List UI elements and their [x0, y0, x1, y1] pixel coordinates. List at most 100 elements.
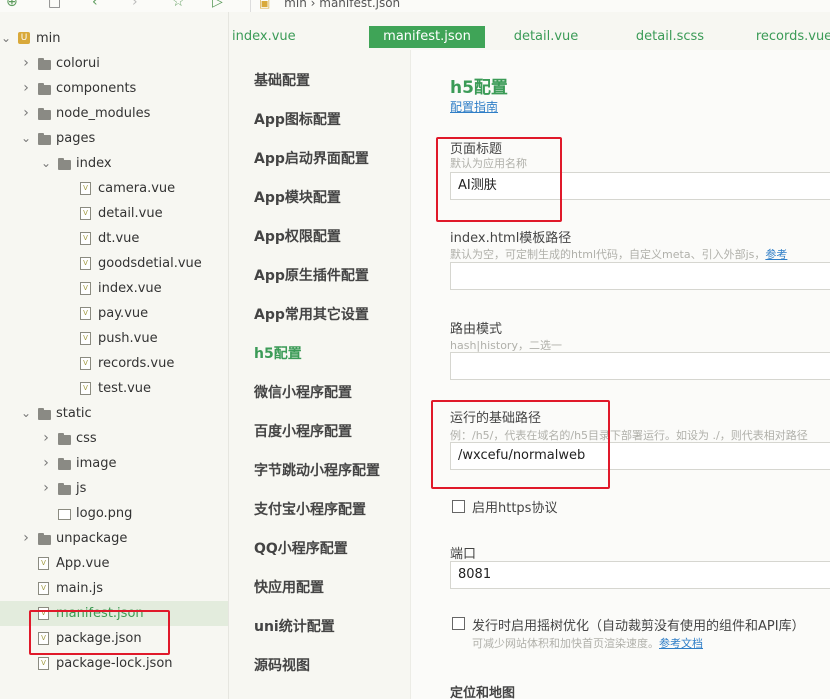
tree-item-pay-vue[interactable]: Vpay.vue — [0, 301, 228, 326]
folder-icon — [58, 483, 71, 495]
settings-nav-item[interactable]: h5配置 — [254, 343, 302, 363]
treeshake-label[interactable]: 发行时启用摇树优化（自动裁剪没有使用的组件和API库） — [472, 615, 805, 634]
file-icon: V — [80, 307, 91, 320]
tree-item-index[interactable]: ⌄ index — [0, 151, 228, 176]
chevron-right-icon[interactable]: › — [21, 76, 31, 101]
tree-item-unpackage[interactable]: › unpackage — [0, 526, 228, 551]
tree-item-css[interactable]: › css — [0, 426, 228, 451]
tree-item-label: min — [36, 31, 61, 46]
chevron-right-icon[interactable]: › — [41, 426, 51, 451]
settings-nav-item[interactable]: 微信小程序配置 — [254, 382, 352, 402]
settings-nav-item[interactable]: 百度小程序配置 — [254, 421, 352, 441]
https-checkbox[interactable] — [452, 500, 465, 513]
tab-detail-scss[interactable]: detail.scss — [629, 26, 711, 48]
settings-nav-item[interactable]: App常用其它设置 — [254, 304, 369, 324]
tree-item-colorui[interactable]: › colorui — [0, 51, 228, 76]
tree-item-label: records.vue — [98, 356, 175, 371]
chevron-right-icon[interactable]: › — [41, 451, 51, 476]
tree-item-manifest-json[interactable]: Vmanifest.json — [0, 601, 228, 626]
tree-item-detail-vue[interactable]: Vdetail.vue — [0, 201, 228, 226]
chevron-down-icon[interactable]: ⌄ — [1, 26, 11, 51]
tree-item-static[interactable]: ⌄ static — [0, 401, 228, 426]
template-reference-link[interactable]: 参考 — [765, 248, 787, 261]
settings-nav-item[interactable]: 基础配置 — [254, 70, 310, 90]
file-icon: V — [80, 257, 91, 270]
breadcrumb-file[interactable]: manifest.json — [319, 0, 400, 10]
forward-icon[interactable]: › — [132, 0, 138, 10]
new-file-icon[interactable]: ⊕ — [6, 0, 18, 10]
folder-icon — [58, 158, 71, 170]
port-input[interactable]: 8081 — [450, 561, 830, 589]
tree-item-label: main.js — [56, 581, 103, 596]
tab-index-vue[interactable]: index.vue — [232, 26, 296, 48]
settings-nav-item[interactable]: App模块配置 — [254, 187, 341, 207]
settings-nav-item[interactable]: 支付宝小程序配置 — [254, 499, 366, 519]
settings-nav-item[interactable]: App权限配置 — [254, 226, 341, 246]
tree-item-label: goodsdetial.vue — [98, 256, 202, 271]
folder-icon — [38, 533, 51, 545]
tree-item-test-vue[interactable]: Vtest.vue — [0, 376, 228, 401]
port-label: 端口 — [450, 547, 477, 562]
tree-item-index-vue[interactable]: Vindex.vue — [0, 276, 228, 301]
base-path-input[interactable]: /wxcefu/normalweb — [450, 442, 830, 470]
tree-item-app-vue[interactable]: V App.vue — [0, 551, 228, 576]
tree-item-js[interactable]: › js — [0, 476, 228, 501]
breadcrumb-project[interactable]: min — [284, 0, 307, 10]
settings-nav-item[interactable]: App启动界面配置 — [254, 148, 369, 168]
tree-item-label: dt.vue — [98, 231, 140, 246]
chevron-right-icon[interactable]: › — [41, 476, 51, 501]
settings-nav-item[interactable]: QQ小程序配置 — [254, 538, 348, 558]
tree-item-push-vue[interactable]: Vpush.vue — [0, 326, 228, 351]
save-icon[interactable]: □ — [48, 0, 61, 10]
tree-item-package-lock-json[interactable]: Vpackage-lock.json — [0, 651, 228, 676]
tree-item-dt-vue[interactable]: Vdt.vue — [0, 226, 228, 251]
template-path-input[interactable] — [450, 262, 830, 290]
back-icon[interactable]: ‹ — [92, 0, 98, 10]
tree-item-logo-png[interactable]: logo.png — [0, 501, 228, 526]
chevron-right-icon[interactable]: › — [21, 51, 31, 76]
tree-item-components[interactable]: › components — [0, 76, 228, 101]
tab-records-vue[interactable]: records.vue — [749, 26, 830, 48]
chevron-down-icon[interactable]: ⌄ — [41, 151, 51, 176]
chevron-down-icon[interactable]: ⌄ — [21, 401, 31, 426]
tree-item-node-modules[interactable]: › node_modules — [0, 101, 228, 126]
file-icon: V — [38, 582, 49, 595]
tree-item-label: package.json — [56, 631, 142, 646]
settings-nav-item[interactable]: App原生插件配置 — [254, 265, 369, 285]
tree-item-main-js[interactable]: Vmain.js — [0, 576, 228, 601]
star-icon[interactable]: ☆ — [172, 0, 185, 10]
chevron-down-icon[interactable]: ⌄ — [21, 126, 31, 151]
treeshake-docs-link[interactable]: 参考文档 — [659, 637, 703, 650]
chevron-right-icon[interactable]: › — [21, 101, 31, 126]
tree-item-label: logo.png — [76, 506, 133, 521]
file-icon: V — [80, 282, 91, 295]
breadcrumb-separator-icon: › — [310, 0, 320, 10]
https-label[interactable]: 启用https协议 — [472, 497, 557, 516]
config-guide-link[interactable]: 配置指南 — [450, 98, 498, 115]
router-mode-input[interactable] — [450, 352, 830, 380]
tree-item-goodsdetial-vue[interactable]: Vgoodsdetial.vue — [0, 251, 228, 276]
settings-nav-item[interactable]: 字节跳动小程序配置 — [254, 460, 380, 480]
tab-manifest-json[interactable]: manifest.json — [369, 26, 485, 48]
tree-item-image[interactable]: › image — [0, 451, 228, 476]
tree-item-label: push.vue — [98, 331, 158, 346]
page-title-input[interactable]: AI测肤 — [450, 172, 830, 200]
file-icon: V — [80, 382, 91, 395]
settings-nav-item[interactable]: 快应用配置 — [254, 577, 324, 597]
tree-item-label: pay.vue — [98, 306, 149, 321]
tree-item-package-json[interactable]: Vpackage.json — [0, 626, 228, 651]
tree-item-records-vue[interactable]: Vrecords.vue — [0, 351, 228, 376]
file-icon: V — [80, 182, 91, 195]
tree-item-min[interactable]: ⌄ Umin — [0, 26, 228, 51]
run-icon[interactable]: ▷ — [212, 0, 223, 10]
tree-item-pages[interactable]: ⌄ pages — [0, 126, 228, 151]
settings-nav-item[interactable]: 源码视图 — [254, 655, 310, 675]
treeshake-checkbox[interactable] — [452, 617, 465, 630]
base-path-hint: 例：/h5/，代表在域名的/h5目录下部署运行。如设为 ./，则代表相对路径 — [450, 429, 808, 442]
folder-icon — [58, 458, 71, 470]
tab-detail-vue[interactable]: detail.vue — [506, 26, 586, 48]
settings-nav-item[interactable]: uni统计配置 — [254, 616, 335, 636]
chevron-right-icon[interactable]: › — [21, 526, 31, 551]
tree-item-camera-vue[interactable]: Vcamera.vue — [0, 176, 228, 201]
settings-nav-item[interactable]: App图标配置 — [254, 109, 341, 129]
